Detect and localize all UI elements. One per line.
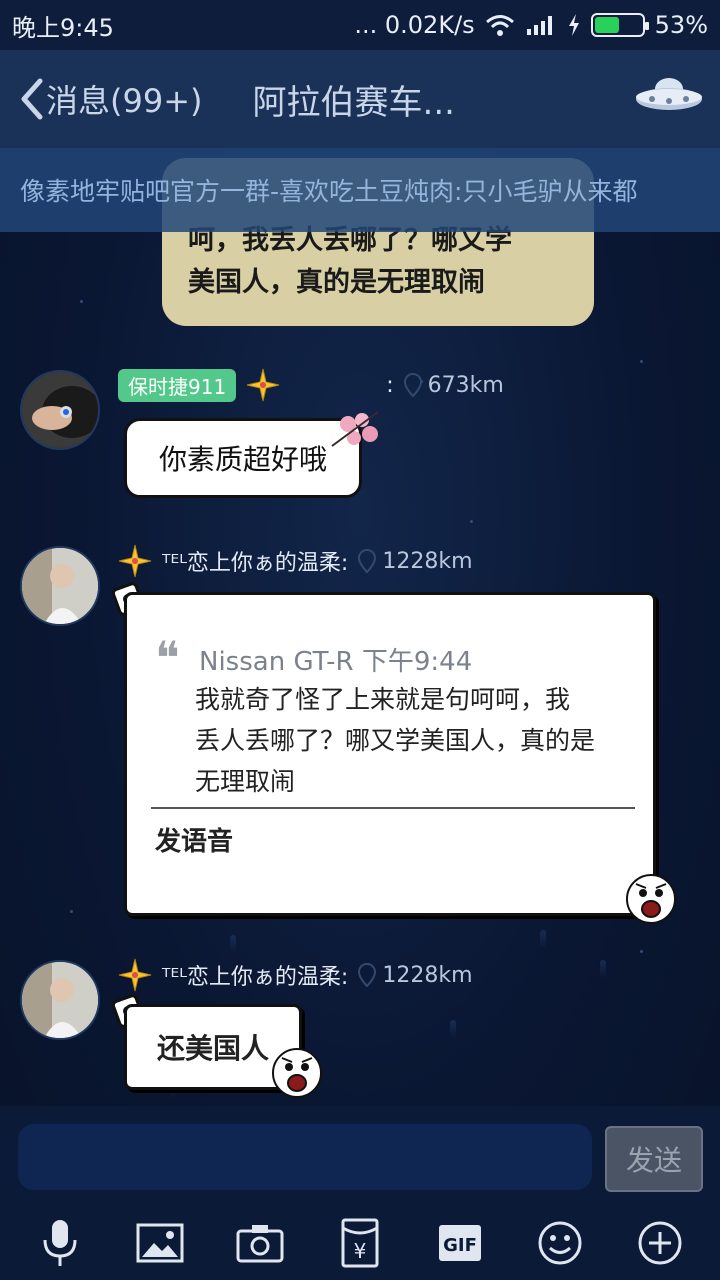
signal-icon <box>526 16 552 35</box>
gif-icon: GIF <box>439 1225 481 1261</box>
avatar[interactable] <box>20 370 100 450</box>
distance-value: 1228km <box>382 962 473 988</box>
input-bar: 发送 <box>0 1106 720 1206</box>
rage-face-icon <box>272 1048 322 1098</box>
battery-level-fill <box>594 17 620 33</box>
sparkle-icon <box>247 368 280 402</box>
sender-name: ᵀᴱᴸ恋上你ぁ的温柔: <box>162 965 349 990</box>
status-time: 晚上9:45 <box>12 13 114 42</box>
message-text: 你素质超好哦 <box>158 443 327 476</box>
quote-mark-icon: ❝ <box>155 631 180 685</box>
sender-name: ᵀᴱᴸ恋上你ぁ的温柔: <box>162 551 349 576</box>
quote-author: Nissan GT-R 下午9:44 <box>199 647 473 677</box>
voice-button[interactable] <box>32 1215 88 1271</box>
distance: 1228km <box>358 548 473 574</box>
send-button[interactable]: 发送 <box>605 1126 703 1192</box>
blossom-decoration-icon <box>331 411 379 447</box>
network-speed: ... 0.02K/s <box>354 11 475 39</box>
avatar[interactable] <box>20 960 100 1040</box>
quote-divider <box>151 807 635 809</box>
page-title: 阿拉伯赛车... <box>252 82 455 123</box>
message-input[interactable] <box>16 1122 594 1192</box>
microphone-icon <box>43 1220 77 1266</box>
message-sender-line: ᵀᴱᴸ恋上你ぁ的温柔: 1228km <box>118 958 473 992</box>
group-announcement[interactable]: 像素地牢贴吧官方一群-喜欢吃土豆炖肉:只小毛驴从来都 <box>0 148 720 232</box>
plus-circle-icon <box>638 1221 682 1265</box>
quoted-text-line: 丢人丢哪了？哪又学美国人，真的是 <box>195 726 596 755</box>
wifi-icon <box>485 15 514 36</box>
location-pin-icon <box>358 549 377 573</box>
charging-icon <box>568 14 579 36</box>
send-button-label: 发送 <box>625 1144 682 1177</box>
emoji-button[interactable] <box>532 1215 588 1271</box>
announcement-text: 像素地牢贴吧官方一群-喜欢吃土豆炖肉:只小毛驴从来都 <box>20 177 638 206</box>
camera-button[interactable] <box>232 1215 288 1271</box>
message-sender-line: ᵀᴱᴸ恋上你ぁ的温柔: 1228km <box>118 544 473 578</box>
image-button[interactable] <box>132 1215 188 1271</box>
camera-icon <box>236 1225 284 1263</box>
chevron-left-icon <box>21 78 43 120</box>
sparkle-icon <box>118 544 152 578</box>
quoted-text-line: 无理取闹 <box>195 767 296 796</box>
status-bar: 晚上9:45 ... 0.02K/s 53% <box>0 0 720 50</box>
message-text: 还美国人 <box>156 1032 269 1065</box>
red-packet-button[interactable]: ¥ <box>332 1215 388 1271</box>
ufo-icon[interactable] <box>634 72 704 118</box>
more-button[interactable] <box>632 1215 688 1271</box>
battery-icon <box>590 13 649 37</box>
message-sender-line: 保时捷911 : 673km <box>118 368 504 402</box>
sparkle-icon <box>118 958 152 992</box>
separator-colon: : <box>386 372 394 398</box>
quoted-text-line: 我就奇了怪了上来就是句呵呵，我 <box>195 685 571 714</box>
input-toolbar: ¥ GIF <box>0 1206 720 1280</box>
user-tag: 保时捷911 <box>118 368 237 402</box>
location-pin-icon <box>358 963 377 987</box>
quoted-text: 我就奇了怪了上来就是句呵呵，我 丢人丢哪了？哪又学美国人，真的是 无理取闹 <box>195 679 635 802</box>
avatar[interactable] <box>20 546 100 626</box>
reply-text: 发语音 <box>155 827 234 857</box>
svg-text:GIF: GIF <box>443 1235 477 1256</box>
distance-value: 1228km <box>382 548 473 574</box>
red-packet-icon: ¥ <box>341 1218 379 1268</box>
message-bubble[interactable]: ❝ Nissan GT-R 下午9:44 我就奇了怪了上来就是句呵呵，我 丢人丢… <box>124 592 656 916</box>
back-label: 消息(99+) <box>46 82 203 120</box>
smiley-icon <box>538 1221 582 1265</box>
distance: 1228km <box>358 962 473 988</box>
message-bubble[interactable]: 你素质超好哦 <box>124 418 362 498</box>
gif-button[interactable]: GIF <box>432 1215 488 1271</box>
status-indicators: ... 0.02K/s 53% <box>354 11 708 39</box>
location-pin-icon <box>403 373 422 397</box>
svg-text:¥: ¥ <box>354 1239 367 1263</box>
distance-value: 673km <box>427 372 504 398</box>
back-button[interactable]: 消息(99+) <box>18 76 203 122</box>
previous-message-line2: 美国人，真的是无理取闹 <box>188 267 485 298</box>
chat-header: 消息(99+) 阿拉伯赛车... <box>0 50 720 148</box>
rage-face-icon <box>626 874 676 924</box>
battery-percent: 53% <box>654 11 708 39</box>
distance: 673km <box>403 372 504 398</box>
image-icon <box>136 1223 184 1263</box>
